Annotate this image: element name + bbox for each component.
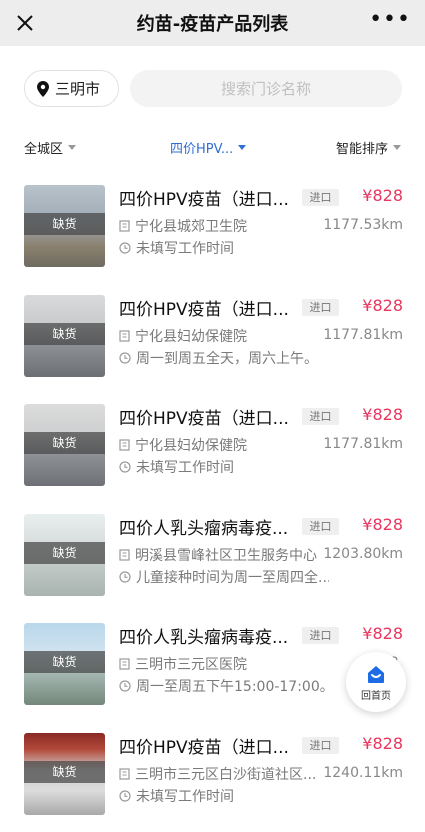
clinic-thumbnail: 缺货	[24, 514, 105, 596]
stock-badge: 缺货	[24, 323, 105, 345]
dropdown-triangle-icon	[393, 145, 401, 150]
vaccine-name: 四价HPV疫苗（进口...	[119, 404, 299, 429]
clinic-name: 三明市三元区医院	[119, 654, 327, 674]
hours-label: 周一到周五全天，周六上午。	[136, 348, 318, 368]
clinic-name: 宁化县妇幼保健院	[119, 326, 327, 346]
clinic-label: 宁化县妇幼保健院	[135, 326, 247, 346]
hours-label: 儿童接种时间为周一至周四全...	[136, 567, 329, 587]
list-item[interactable]: 缺货 四价HPV疫苗（进口... 进口 ¥828 三明市三元区白沙街道社区...…	[0, 723, 425, 832]
stock-badge: 缺货	[24, 651, 105, 673]
vaccine-name: 四价HPV疫苗（进口...	[119, 295, 299, 320]
vaccine-name: 四价HPV疫苗（进口...	[119, 185, 299, 210]
clinic-thumbnail: 缺货	[24, 185, 105, 267]
home-icon	[365, 663, 387, 685]
clock-icon	[119, 352, 131, 364]
hours-label: 未填写工作时间	[136, 457, 234, 477]
clinic-name: 明溪县雪峰社区卫生服务中心	[119, 545, 327, 565]
import-tag: 进口	[302, 189, 339, 206]
working-hours: 未填写工作时间	[119, 238, 329, 258]
import-tag: 进口	[302, 737, 339, 754]
building-icon	[119, 768, 130, 780]
stock-badge: 缺货	[24, 761, 105, 783]
home-button[interactable]: 回首页	[346, 652, 406, 712]
import-tag: 进口	[302, 408, 339, 425]
top-bar: 约苗-疫苗产品列表 •••	[0, 0, 425, 46]
building-icon	[119, 439, 130, 451]
list-item[interactable]: 缺货 四价HPV疫苗（进口... 进口 ¥828 宁化县妇幼保健院 1177.8…	[0, 285, 425, 395]
dropdown-triangle-icon	[68, 145, 76, 150]
list-item[interactable]: 缺货 四价人乳头瘤病毒疫... 进口 ¥828 明溪县雪峰社区卫生服务中心 12…	[0, 504, 425, 614]
working-hours: 未填写工作时间	[119, 457, 329, 477]
filter-vaccine-label: 四价HPV...	[170, 138, 233, 157]
hours-label: 未填写工作时间	[136, 786, 234, 806]
clinic-label: 宁化县妇幼保健院	[135, 435, 247, 455]
clinic-label: 三明市三元区医院	[135, 654, 247, 674]
vaccine-list: 缺货 四价HPV疫苗（进口... 进口 ¥828 宁化县城郊卫生院 1177.5…	[0, 175, 425, 832]
import-tag: 进口	[302, 627, 339, 644]
home-button-label: 回首页	[361, 687, 391, 702]
clinic-name: 宁化县城郊卫生院	[119, 216, 327, 236]
hours-label: 周一至周五下午15:00-17:00。	[136, 676, 329, 696]
list-item[interactable]: 缺货 四价HPV疫苗（进口... 进口 ¥828 宁化县妇幼保健院 1177.8…	[0, 394, 425, 504]
working-hours: 未填写工作时间	[119, 786, 329, 806]
working-hours: 周一至周五下午15:00-17:00。	[119, 676, 329, 696]
clock-icon	[119, 571, 131, 583]
price: ¥828	[362, 515, 403, 534]
distance: 1240.11km	[323, 765, 403, 781]
filter-sort-label: 智能排序	[336, 138, 388, 157]
price: ¥828	[362, 405, 403, 424]
price: ¥828	[362, 296, 403, 315]
distance: 1177.81km	[323, 327, 403, 343]
working-hours: 周一到周五全天，周六上午。	[119, 348, 329, 368]
clinic-label: 宁化县城郊卫生院	[135, 216, 247, 236]
search-row: 三明市	[0, 46, 425, 126]
filter-district-label: 全城区	[24, 138, 63, 157]
dropdown-triangle-icon	[238, 145, 246, 150]
clock-icon	[119, 461, 131, 473]
building-icon	[119, 330, 130, 342]
clinic-thumbnail: 缺货	[24, 623, 105, 705]
distance: 1177.53km	[323, 217, 403, 233]
price: ¥828	[362, 186, 403, 205]
distance: 1177.81km	[323, 436, 403, 452]
building-icon	[119, 549, 130, 561]
building-icon	[119, 220, 130, 232]
location-pin-icon	[37, 81, 49, 97]
price: ¥828	[362, 734, 403, 753]
page-title: 约苗-疫苗产品列表	[137, 10, 288, 36]
filter-vaccine[interactable]: 四价HPV...	[170, 138, 246, 157]
clock-icon	[119, 790, 131, 802]
vaccine-name: 四价HPV疫苗（进口...	[119, 733, 299, 758]
stock-badge: 缺货	[24, 213, 105, 235]
hours-label: 未填写工作时间	[136, 238, 234, 258]
clinic-name: 三明市三元区白沙街道社区...	[119, 764, 327, 784]
close-icon[interactable]	[10, 8, 40, 38]
clinic-thumbnail: 缺货	[24, 404, 105, 486]
import-tag: 进口	[302, 299, 339, 316]
vaccine-name: 四价人乳头瘤病毒疫...	[119, 623, 299, 648]
filter-district[interactable]: 全城区	[24, 138, 76, 157]
stock-badge: 缺货	[24, 542, 105, 564]
clinic-thumbnail: 缺货	[24, 295, 105, 377]
more-menu-icon[interactable]: •••	[369, 10, 411, 30]
import-tag: 进口	[302, 518, 339, 535]
clock-icon	[119, 242, 131, 254]
clinic-label: 三明市三元区白沙街道社区...	[135, 764, 316, 784]
clinic-thumbnail: 缺货	[24, 733, 105, 815]
search-input[interactable]	[130, 70, 402, 107]
price: ¥828	[362, 624, 403, 643]
filter-sort[interactable]: 智能排序	[336, 138, 401, 157]
filter-bar: 全城区 四价HPV... 智能排序	[0, 126, 425, 168]
city-label: 三明市	[55, 78, 100, 99]
list-item[interactable]: 缺货 四价HPV疫苗（进口... 进口 ¥828 宁化县城郊卫生院 1177.5…	[0, 175, 425, 285]
building-icon	[119, 658, 130, 670]
clock-icon	[119, 680, 131, 692]
stock-badge: 缺货	[24, 432, 105, 454]
working-hours: 儿童接种时间为周一至周四全...	[119, 567, 329, 587]
clinic-name: 宁化县妇幼保健院	[119, 435, 327, 455]
clinic-label: 明溪县雪峰社区卫生服务中心	[135, 545, 317, 565]
city-selector-button[interactable]: 三明市	[24, 70, 119, 107]
vaccine-name: 四价人乳头瘤病毒疫...	[119, 514, 299, 539]
distance: 1203.80km	[323, 546, 403, 562]
